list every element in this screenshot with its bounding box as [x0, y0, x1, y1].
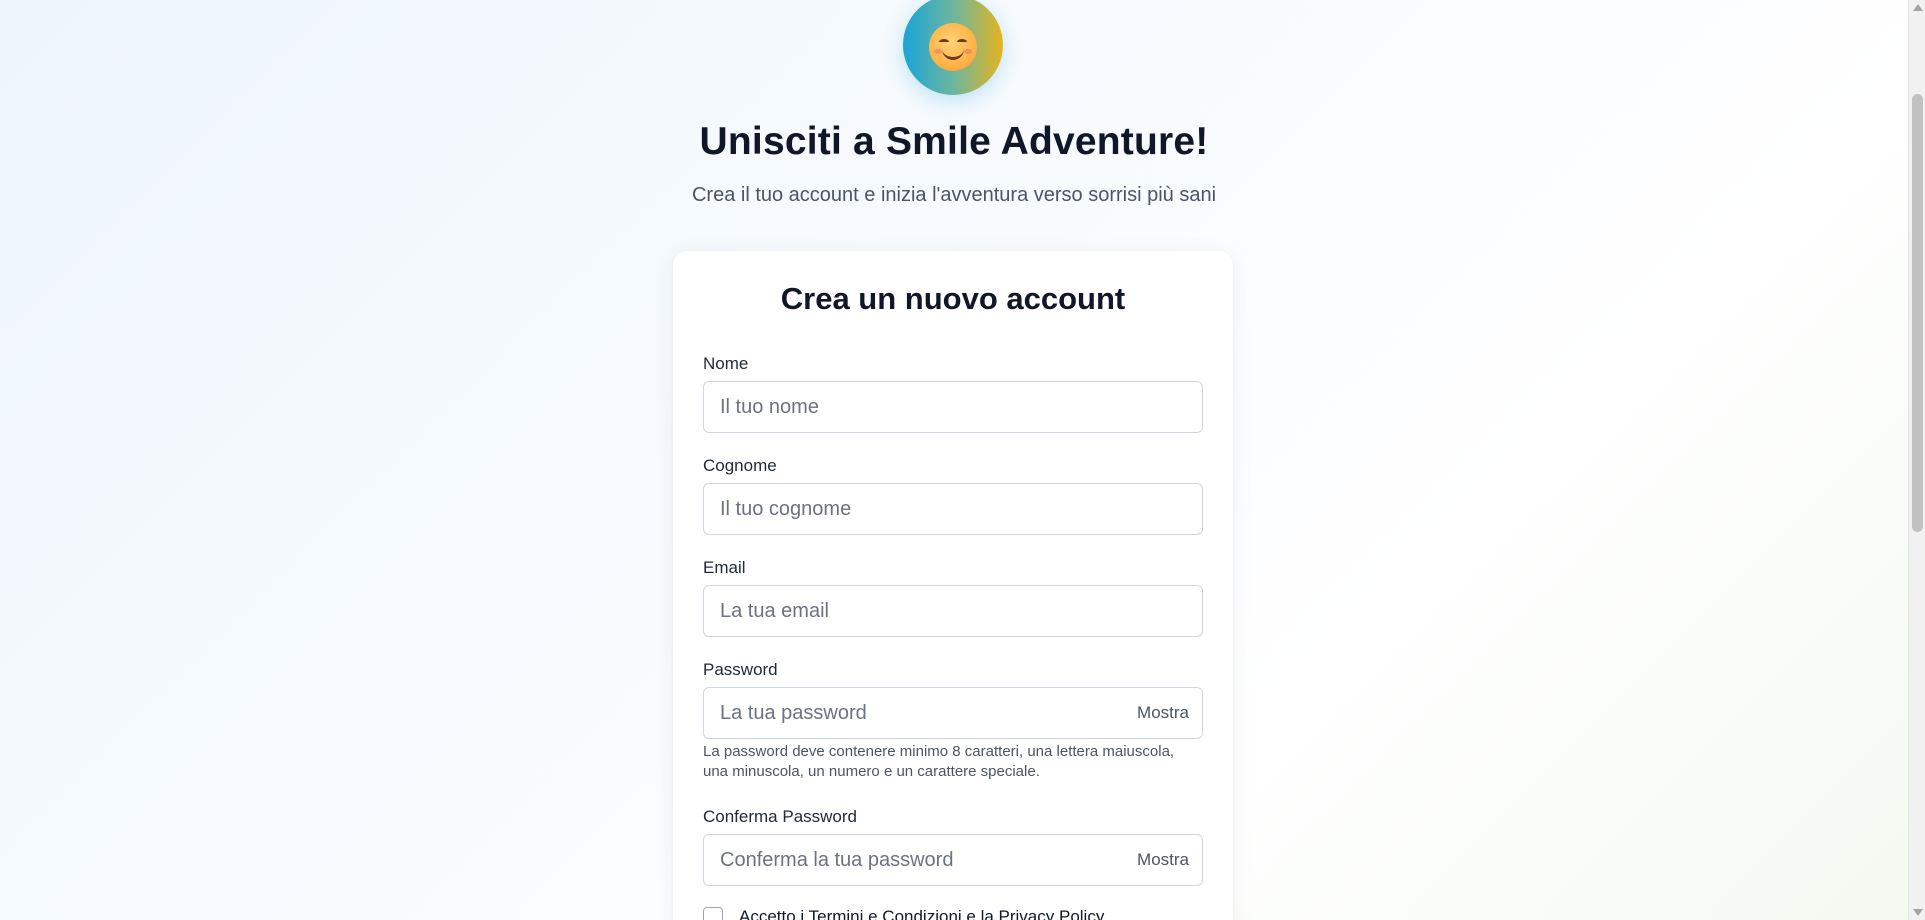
- password-label: Password: [703, 660, 778, 679]
- password-input[interactable]: [703, 687, 1203, 739]
- confirm-password-show-toggle[interactable]: Mostra: [1137, 848, 1189, 872]
- terms-label[interactable]: Accetto i Termini e Condizioni e la Priv…: [739, 907, 1104, 920]
- form-title: Crea un nuovo account: [780, 281, 1126, 316]
- smiling-face-icon: [929, 23, 977, 71]
- terms-checkbox[interactable]: [703, 907, 723, 920]
- scroll-down-arrow-icon[interactable]: [1913, 909, 1923, 916]
- cognome-label: Cognome: [703, 456, 777, 475]
- nome-label: Nome: [703, 354, 749, 373]
- terms-row: Accetto i Termini e Condizioni e la Priv…: [703, 907, 1104, 920]
- cognome-input[interactable]: [703, 483, 1203, 535]
- scrollbar-thumb[interactable]: [1912, 94, 1923, 532]
- confirm-password-label: Conferma Password: [703, 807, 858, 826]
- password-requirements-hint: La password deve contenere minimo 8 cara…: [703, 743, 1175, 780]
- smile-adventure-logo: [903, 0, 1003, 95]
- page-subtitle: Crea il tuo account e inizia l'avventura…: [691, 184, 1217, 206]
- page-scrollbar[interactable]: [1908, 0, 1925, 920]
- nome-input[interactable]: [703, 381, 1203, 433]
- confirm-password-input[interactable]: [703, 834, 1203, 886]
- email-input[interactable]: [703, 585, 1203, 637]
- scroll-up-arrow-icon[interactable]: [1913, 4, 1923, 11]
- password-show-toggle[interactable]: Mostra: [1137, 701, 1189, 725]
- registration-page: Unisciti a Smile Adventure! Crea il tuo …: [0, 0, 1908, 920]
- page-title: Unisciti a Smile Adventure!: [699, 120, 1209, 163]
- email-label: Email: [703, 558, 746, 577]
- registration-card: Crea un nuovo account Nome Cognome Email…: [673, 251, 1233, 920]
